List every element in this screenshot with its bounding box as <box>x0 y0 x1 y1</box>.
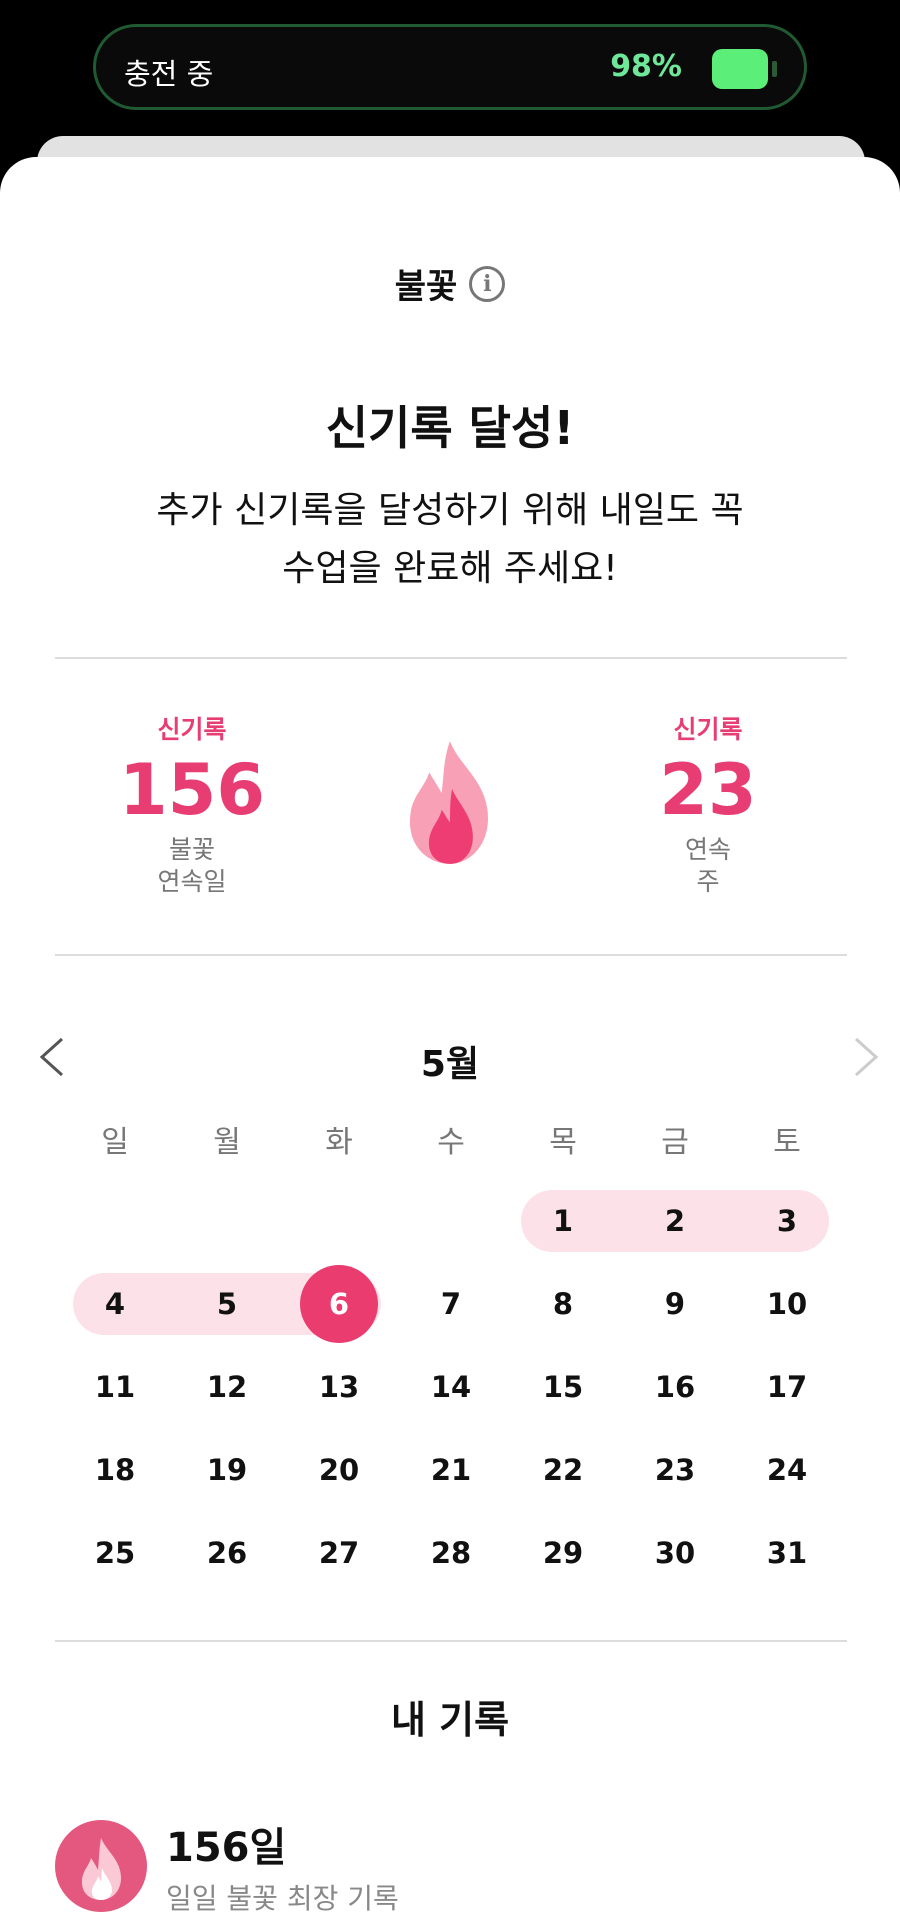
calendar-day[interactable]: 5 <box>171 1273 283 1335</box>
streak-weeks-stat: 신기록 23 연속 주 <box>578 710 838 898</box>
calendar-day[interactable]: 8 <box>507 1273 619 1335</box>
calendar-day[interactable]: 4 <box>59 1273 171 1335</box>
calendar-day[interactable]: 16 <box>619 1356 731 1418</box>
weekday-header: 일월화수목금토 <box>0 1117 900 1167</box>
calendar-day[interactable]: 20 <box>283 1439 395 1501</box>
month-navigation: 5월 <box>0 1027 900 1087</box>
calendar-day[interactable]: 15 <box>507 1356 619 1418</box>
battery-cap <box>772 61 777 77</box>
streak-weeks-value: 23 <box>659 749 757 831</box>
calendar-day[interactable]: 13 <box>283 1356 395 1418</box>
calendar-day[interactable]: 9 <box>619 1273 731 1335</box>
calendar-day[interactable]: 26 <box>171 1522 283 1584</box>
calendar-day[interactable]: 14 <box>395 1356 507 1418</box>
flame-icon <box>81 1838 121 1900</box>
calendar-day-today[interactable]: 6 <box>283 1273 395 1335</box>
calendar-day[interactable]: 12 <box>171 1356 283 1418</box>
divider <box>55 954 847 956</box>
weekday-label: 목 <box>549 1125 577 1160</box>
calendar-day[interactable]: 22 <box>507 1439 619 1501</box>
encouragement-line-1: 추가 신기록을 달성하기 위해 내일도 꼭 <box>156 490 744 531</box>
calendar-day[interactable]: 29 <box>507 1522 619 1584</box>
calendar-day[interactable]: 1 <box>507 1190 619 1252</box>
streak-sheet: 불꽃 i 신기록 달성! 추가 신기록을 달성하기 위해 내일도 꼭 수업을 완료… <box>0 157 900 1919</box>
weekday-label: 수 <box>437 1125 465 1160</box>
record-value: 156일 <box>166 1825 287 1871</box>
flame-icon <box>409 741 488 864</box>
battery-icon <box>712 49 768 89</box>
streak-weeks-label-line-1: 연속 <box>684 835 731 864</box>
calendar-day[interactable]: 31 <box>731 1522 843 1584</box>
new-record-tag: 신기록 <box>673 715 743 744</box>
info-icon[interactable]: i <box>469 265 506 302</box>
streak-weeks-label: 연속 주 <box>578 834 838 898</box>
divider <box>55 657 847 659</box>
battery-percent: 98% <box>610 49 682 84</box>
calendar-day[interactable]: 25 <box>59 1522 171 1584</box>
calendar-day[interactable]: 11 <box>59 1356 171 1418</box>
calendar-day[interactable]: 28 <box>395 1522 507 1584</box>
new-record-tag: 신기록 <box>157 715 227 744</box>
calendar-day[interactable]: 10 <box>731 1273 843 1335</box>
charging-status-pill: 충전 중 98% <box>93 24 807 110</box>
sheet-header: 불꽃 i <box>0 259 900 308</box>
record-flame-badge <box>55 1820 147 1912</box>
page-title: 불꽃 <box>394 267 458 307</box>
calendar-day[interactable]: 24 <box>731 1439 843 1501</box>
new-record-headline: 신기록 달성! <box>325 401 575 455</box>
month-title: 5월 <box>420 1044 480 1085</box>
streak-days-label-line-1: 불꽃 <box>168 835 215 864</box>
record-label: 일일 불꽃 최장 기록 <box>166 1882 399 1915</box>
calendar-day[interactable]: 30 <box>619 1522 731 1584</box>
calendar-day[interactable]: 19 <box>171 1439 283 1501</box>
next-month-chevron-icon[interactable] <box>846 1033 886 1081</box>
weekday-label: 토 <box>773 1125 801 1160</box>
calendar-day[interactable]: 17 <box>731 1356 843 1418</box>
divider <box>55 1640 847 1642</box>
calendar-day[interactable]: 3 <box>731 1190 843 1252</box>
streak-days-label: 불꽃 연속일 <box>62 834 322 898</box>
weekday-label: 일 <box>101 1125 129 1160</box>
weekday-label: 금 <box>661 1125 689 1160</box>
encouragement-line-2: 수업을 완료해 주세요! <box>282 548 618 589</box>
weekday-label: 화 <box>325 1125 353 1160</box>
calendar-day[interactable]: 23 <box>619 1439 731 1501</box>
calendar-day[interactable]: 7 <box>395 1273 507 1335</box>
streak-weeks-label-line-2: 주 <box>696 867 720 896</box>
calendar-day[interactable]: 27 <box>283 1522 395 1584</box>
calendar-day[interactable]: 2 <box>619 1190 731 1252</box>
weekday-label: 월 <box>213 1125 241 1160</box>
my-records-title: 내 기록 <box>390 1698 510 1742</box>
encouragement-text: 추가 신기록을 달성하기 위해 내일도 꼭 수업을 완료해 주세요! <box>0 482 900 598</box>
streak-days-label-line-2: 연속일 <box>157 867 227 896</box>
streak-days-value: 156 <box>118 749 266 831</box>
charging-label: 충전 중 <box>124 57 214 91</box>
calendar-day[interactable]: 18 <box>59 1439 171 1501</box>
calendar-day[interactable]: 21 <box>395 1439 507 1501</box>
streak-days-stat: 신기록 156 불꽃 연속일 <box>62 710 322 898</box>
